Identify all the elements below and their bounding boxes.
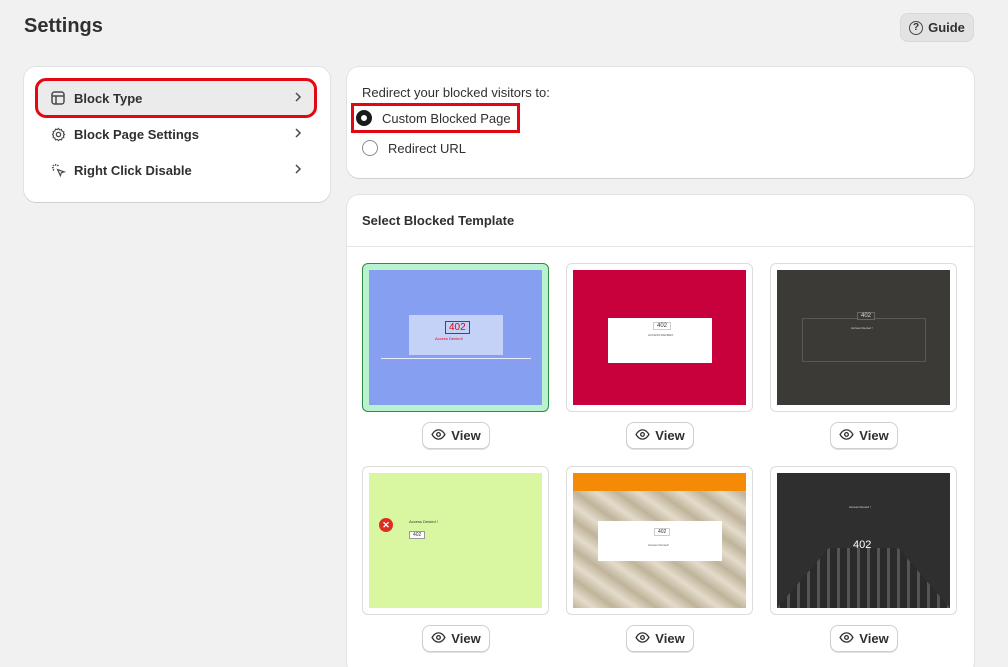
view-template-4-button[interactable]: View <box>422 625 490 652</box>
view-template-1-button[interactable]: View <box>422 422 490 449</box>
template-preview: 402 Access Denied! <box>369 270 542 405</box>
radio-button-checked[interactable] <box>356 110 372 126</box>
guide-label: Guide <box>928 20 965 35</box>
preview-box <box>802 318 926 362</box>
preview-code: 402 <box>857 312 876 320</box>
view-template-3-button[interactable]: View <box>830 422 898 449</box>
template-thumbnail-1[interactable]: 402 Access Denied! <box>362 263 549 412</box>
radio-label: Redirect URL <box>388 140 467 156</box>
view-label: View <box>859 428 889 443</box>
view-label: View <box>655 428 685 443</box>
redirect-title: Redirect your blocked visitors to: <box>362 85 550 100</box>
preview-box <box>598 521 722 561</box>
error-icon: ✕ <box>379 518 393 532</box>
chevron-right-icon <box>294 163 302 178</box>
preview-code: 402 <box>653 322 672 330</box>
preview-heading: Access Denied! <box>435 336 463 341</box>
template-preview: 402 ACCESS DENIED! <box>573 270 746 405</box>
nav-item-label: Block Page Settings <box>74 126 199 142</box>
nav-item-block-type[interactable]: Block Type <box>35 78 317 118</box>
template-thumbnail-5[interactable]: 402 Access Denied! <box>566 466 753 615</box>
preview-building <box>777 548 950 608</box>
chevron-right-icon <box>294 127 302 142</box>
preview-heading: Access Denied ! <box>851 326 873 330</box>
nav-item-label: Block Type <box>74 90 143 106</box>
cursor-click-icon <box>50 162 66 178</box>
eye-icon <box>431 631 446 646</box>
eye-icon <box>635 428 650 443</box>
preview-code: 402 <box>654 528 671 536</box>
template-section-title: Select Blocked Template <box>362 213 515 228</box>
template-thumbnail-4[interactable]: ✕ Access Denied ! 402 <box>362 466 549 615</box>
guide-button[interactable]: ? Guide <box>900 13 974 42</box>
view-template-6-button[interactable]: View <box>830 625 898 652</box>
nav-item-right-click-disable[interactable]: Right Click Disable <box>38 153 314 187</box>
eye-icon <box>839 631 854 646</box>
preview-heading: Access Denied ! <box>849 505 871 509</box>
chevron-right-icon <box>294 91 302 106</box>
gear-icon <box>50 126 66 142</box>
view-label: View <box>859 631 889 646</box>
template-thumbnail-3[interactable]: 402 Access Denied ! <box>770 263 957 412</box>
preview-code: 402 <box>853 539 872 551</box>
template-preview: 402 Access Denied ! <box>777 270 950 405</box>
page-title: Settings <box>24 15 103 37</box>
view-label: View <box>655 631 685 646</box>
preview-code: 402 <box>445 321 470 334</box>
template-preview: 402 Access Denied! <box>573 473 746 608</box>
template-thumbnail-6[interactable]: Access Denied ! 402 <box>770 466 957 615</box>
preview-heading: Access Denied! <box>648 543 669 547</box>
view-template-5-button[interactable]: View <box>626 625 694 652</box>
eye-icon <box>635 631 650 646</box>
nav-item-block-page-settings[interactable]: Block Page Settings <box>38 117 314 151</box>
preview-code: 402 <box>409 531 426 539</box>
settings-nav-card: Block Type Block Page Settings Right Cli… <box>24 67 330 202</box>
template-thumbnail-2[interactable]: 402 ACCESS DENIED! <box>566 263 753 412</box>
nav-item-label: Right Click Disable <box>74 162 192 178</box>
preview-header-bar <box>573 473 746 491</box>
preview-heading: ACCESS DENIED! <box>648 333 674 337</box>
template-card: Select Blocked Template 402 Access Denie… <box>347 195 974 667</box>
view-template-2-button[interactable]: View <box>626 422 694 449</box>
layout-icon <box>50 90 66 106</box>
eye-icon <box>839 428 854 443</box>
radio-button[interactable] <box>362 140 378 156</box>
template-preview: ✕ Access Denied ! 402 <box>369 473 542 608</box>
eye-icon <box>431 428 446 443</box>
view-label: View <box>451 428 481 443</box>
radio-redirect-url[interactable]: Redirect URL <box>362 140 466 156</box>
view-label: View <box>451 631 481 646</box>
radio-custom-blocked-page[interactable]: Custom Blocked Page <box>351 103 520 133</box>
radio-label: Custom Blocked Page <box>382 110 511 126</box>
divider <box>347 246 974 247</box>
help-icon: ? <box>909 20 924 35</box>
redirect-card: Redirect your blocked visitors to: Custo… <box>347 67 974 178</box>
preview-line <box>381 358 531 359</box>
preview-heading: Access Denied ! <box>409 519 438 524</box>
template-preview: Access Denied ! 402 <box>777 473 950 608</box>
